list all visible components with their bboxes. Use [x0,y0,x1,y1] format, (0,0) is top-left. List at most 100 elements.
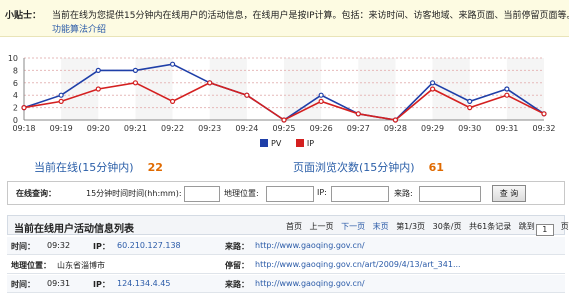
data-point-ip [58,98,64,105]
time-input[interactable] [184,186,220,202]
chart-band [432,58,470,120]
geo-label: 地理位置: [224,189,259,198]
list-title: 当前在线用户活动信息列表 [14,224,134,235]
x-tick-label: 09:32 [532,124,555,133]
referrer-key: 来路： [225,280,249,289]
query-button[interactable]: 查 询 [492,185,526,202]
tips-bar: 小贴士： 当前在线为您提供15分钟内在线用户的活动信息，在线用户是按IP计算。包… [0,0,569,37]
pager-per-page: 30条/页 [432,222,462,231]
list-header: 当前在线用户活动信息列表 首页 上一页 下一页 末页 第1/3页 30条/页 共… [7,215,569,236]
data-point-ip [318,98,324,105]
query-label: 在线查询： [16,189,56,198]
pageview-count-value: 61 [428,161,444,174]
pager-page: 第1/3页 [396,222,426,231]
tips-text: 当前在线为您提供15分钟内在线用户的活动信息，在线用户是按IP计算。包括：来访时… [52,11,569,21]
online-query-bar: 在线查询： 15分钟时间时间(hh:mm): 地理位置: IP: 来路: 查 询 [7,181,565,205]
pager-total: 共61条记录 [469,222,512,231]
x-tick-label: 09:24 [235,124,258,133]
legend-ip: IP [295,139,315,148]
online-count-stat: 当前在线(15分钟内) 22 [34,159,163,175]
pageview-count-stat: 页面浏览次数(15分钟内) 61 [293,159,444,175]
referrer-link[interactable]: http://www.gaoqing.gov.cn/ [255,279,365,288]
x-tick-label: 09:25 [272,124,295,133]
data-point-ip [95,86,101,92]
x-tick-label: 09:19 [50,124,73,133]
list-item: 时间： 09:31 IP： 124.134.4.45 来路： http://ww… [7,275,565,293]
data-point-pv [95,67,101,73]
legend-pv-label: PV [271,139,282,148]
ip-label: IP: [317,188,327,197]
data-point-ip [244,92,250,98]
ip-key: IP： [93,242,110,251]
y-tick-label: 10 [8,54,18,63]
data-point-pv [169,61,176,67]
time-key: 时间： [11,280,35,289]
geo-input[interactable] [266,186,314,202]
data-point-pv [132,67,139,73]
stay-link[interactable]: http://www.gaoqing.gov.cn/art/2009/4/13/… [255,260,461,269]
pager-jump-label: 跳到 [518,222,535,231]
ip-value[interactable]: 60.210.127.138 [117,241,181,250]
online-count-value: 22 [147,161,163,174]
time-value: 09:32 [47,241,71,250]
list-item: 地理位置： 山东省淄博市 停留： http://www.gaoqing.gov.… [7,256,565,274]
stay-key: 停留： [225,261,249,270]
ip-value[interactable]: 124.134.4.45 [117,279,170,288]
y-tick-label: 2 [13,104,18,113]
page-jump-select[interactable]: 1 [535,224,554,236]
data-point-ip [169,98,176,105]
legend-ip-label: IP [306,139,315,148]
data-point-ip [429,86,436,92]
geo-key: 地理位置： [11,261,51,270]
x-tick-label: 09:31 [495,124,518,133]
pager-first[interactable]: 首页 [286,222,302,231]
pager-last[interactable]: 末页 [373,222,389,231]
referrer-input[interactable] [419,186,481,202]
x-tick-label: 09:28 [384,124,407,133]
x-tick-label: 09:27 [347,124,370,133]
x-tick-label: 09:23 [198,124,221,133]
data-point-ip [467,104,473,111]
pager-prev[interactable]: 上一页 [310,222,334,231]
data-point-ip [207,80,213,86]
list-item: 时间： 09:32 IP： 60.210.127.138 来路： http://… [7,237,565,255]
data-point-ip [392,117,399,123]
activity-list: 当前在线用户活动信息列表 首页 上一页 下一页 末页 第1/3页 30条/页 共… [7,215,569,293]
data-point-ip [504,92,510,98]
data-point-pv [429,80,436,86]
chart-band [358,58,396,120]
data-point-ip [281,117,287,123]
x-tick-label: 09:30 [458,124,481,133]
referrer-link[interactable]: http://www.gaoqing.gov.cn/ [255,241,365,250]
data-point-pv [467,98,473,105]
data-point-ip [132,80,139,86]
geo-value: 山东省淄博市 [57,261,105,270]
data-point-ip [21,104,27,111]
x-tick-label: 09:26 [310,124,333,133]
legend-pv: PV [260,139,281,148]
x-tick-label: 09:21 [124,124,147,133]
pageview-count-label: 页面浏览次数(15分钟内) [293,161,415,174]
chart-band [61,58,99,120]
pager-next[interactable]: 下一页 [341,222,365,231]
legend-pv-swatch [260,139,268,147]
algorithm-intro-link[interactable]: 功能算法介绍 [52,22,106,35]
x-tick-label: 09:22 [161,124,184,133]
referrer-key: 来路： [225,242,249,251]
online-count-label: 当前在线(15分钟内) [34,161,134,174]
x-tick-label: 09:20 [87,124,110,133]
pager: 首页 上一页 下一页 末页 第1/3页 30条/页 共61条记录 跳到 1 页 [286,221,569,236]
ip-input[interactable] [331,186,389,202]
tips-label: 小贴士： [5,11,42,21]
referrer-label: 来路: [394,189,413,198]
x-tick-label: 09:18 [12,124,35,133]
time-value: 09:31 [47,279,71,288]
x-tick-label: 09:29 [421,124,444,133]
data-point-ip [355,111,361,117]
legend-ip-swatch [295,139,304,147]
pager-jump-unit: 页 [560,222,569,231]
y-tick-label: 6 [13,79,18,88]
y-tick-label: 4 [13,91,18,100]
data-point-ip [541,111,547,117]
data-point-pv [318,92,324,98]
